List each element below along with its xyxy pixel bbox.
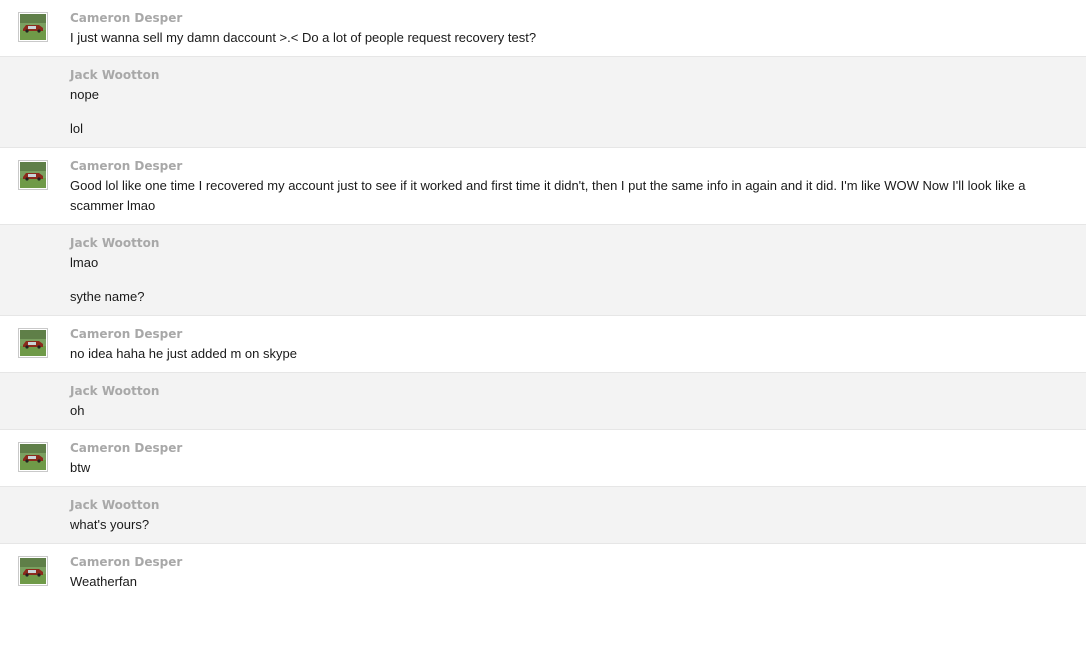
message-group: Cameron Desper no idea haha he just added… (0, 316, 1086, 373)
sender-name[interactable]: Cameron Desper (70, 158, 182, 175)
message-group: Jack Wootton nope lol (0, 57, 1086, 148)
message-text: what's yours? (70, 517, 150, 532)
avatar[interactable] (18, 442, 48, 472)
car-photo-icon (20, 330, 46, 356)
message-text: sythe name? (70, 289, 145, 304)
message-text: oh (70, 403, 85, 418)
sender-name[interactable]: Cameron Desper (70, 326, 182, 343)
avatar[interactable] (18, 556, 48, 586)
message-text: no idea haha he just added m on skype (70, 346, 297, 361)
message-text: Weatherfan (70, 574, 137, 589)
message-group: Cameron Desper btw (0, 430, 1086, 487)
car-photo-icon (20, 444, 46, 470)
message-group: Jack Wootton oh (0, 373, 1086, 430)
avatar[interactable] (18, 328, 48, 358)
sender-name[interactable]: Cameron Desper (70, 10, 182, 27)
sender-name[interactable]: Cameron Desper (70, 440, 182, 457)
message-text: I just wanna sell my damn daccount >.< D… (70, 30, 537, 45)
message-group: Cameron Desper Good lol like one time I r… (0, 148, 1086, 225)
car-photo-icon (20, 162, 46, 188)
message-text: Good lol like one time I recovered my ac… (70, 178, 1026, 213)
car-photo-icon (20, 14, 46, 40)
avatar[interactable] (18, 160, 48, 190)
sender-name[interactable]: Jack Wootton (70, 383, 159, 400)
message-text: lmao (70, 255, 99, 270)
sender-name[interactable]: Cameron Desper (70, 554, 182, 571)
message-text: btw (70, 460, 91, 475)
message-text: lol (70, 121, 84, 136)
sender-name[interactable]: Jack Wootton (70, 497, 159, 514)
conversation-thread: Cameron Desper I just wanna sell my damn … (0, 0, 1086, 600)
message-group: Cameron Desper I just wanna sell my damn … (0, 0, 1086, 57)
car-photo-icon (20, 558, 46, 584)
sender-name[interactable]: Jack Wootton (70, 67, 159, 84)
message-group: Jack Wootton lmao sythe name? (0, 225, 1086, 316)
avatar[interactable] (18, 12, 48, 42)
message-text: nope (70, 87, 99, 102)
sender-name[interactable]: Jack Wootton (70, 235, 159, 252)
message-group: Cameron Desper Weatherfan (0, 544, 1086, 600)
message-group: Jack Wootton what's yours? (0, 487, 1086, 544)
